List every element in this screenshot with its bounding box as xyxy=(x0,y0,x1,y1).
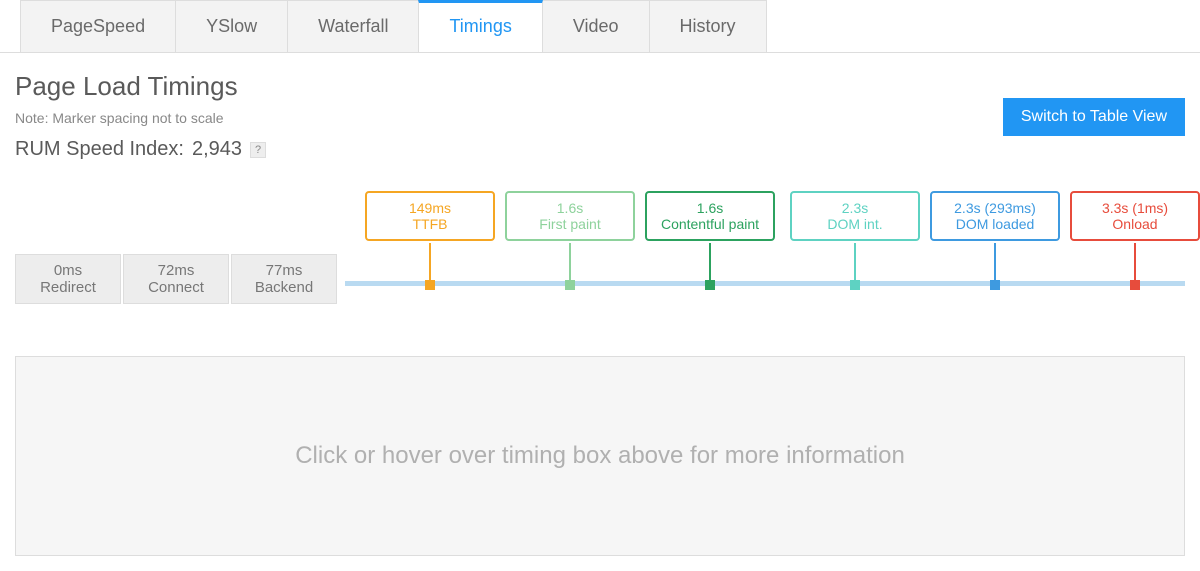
marker-square-icon xyxy=(990,280,1000,290)
pre-timing-redirect[interactable]: 0msRedirect xyxy=(15,254,121,304)
timing-label: Onload xyxy=(1072,216,1198,232)
content: Page Load Timings Note: Marker spacing n… xyxy=(0,53,1200,571)
marker-square-icon xyxy=(850,280,860,290)
timing-ttfb[interactable]: 149msTTFB xyxy=(365,191,495,241)
tab-video[interactable]: Video xyxy=(542,0,650,52)
info-placeholder: Click or hover over timing box above for… xyxy=(15,356,1185,556)
timing-value: 149ms xyxy=(367,200,493,216)
marker-square-icon xyxy=(425,280,435,290)
marker-line xyxy=(994,243,996,283)
timing-first-paint[interactable]: 1.6sFirst paint xyxy=(505,191,635,241)
pre-timing-value: 72ms xyxy=(124,262,228,279)
timing-contentful-paint[interactable]: 1.6sContentful paint xyxy=(645,191,775,241)
marker-line xyxy=(854,243,856,283)
pre-timing-backend[interactable]: 77msBackend xyxy=(231,254,337,304)
help-icon[interactable]: ? xyxy=(250,142,266,158)
timing-value: 2.3s xyxy=(792,200,918,216)
tab-timings[interactable]: Timings xyxy=(418,0,542,52)
pre-timing-value: 0ms xyxy=(16,262,120,279)
timing-value: 1.6s xyxy=(507,200,633,216)
tabs: PageSpeedYSlowWaterfallTimingsVideoHisto… xyxy=(0,0,1200,53)
rum-speed-index: RUM Speed Index: 2,943 ? xyxy=(15,138,266,161)
timeline: 0msRedirect72msConnect77msBackend 149msT… xyxy=(15,191,1185,331)
marker-line xyxy=(1134,243,1136,283)
timing-value: 2.3s (293ms) xyxy=(932,200,1058,216)
timing-value: 3.3s (1ms) xyxy=(1072,200,1198,216)
timing-label: First paint xyxy=(507,216,633,232)
timing-label: TTFB xyxy=(367,216,493,232)
marker-square-icon xyxy=(1130,280,1140,290)
pre-timing-boxes: 0msRedirect72msConnect77msBackend xyxy=(15,254,339,304)
marker-square-icon xyxy=(705,280,715,290)
pre-timing-value: 77ms xyxy=(232,262,336,279)
marker-line xyxy=(709,243,711,283)
timing-onload[interactable]: 3.3s (1ms)Onload xyxy=(1070,191,1200,241)
marker-square-icon xyxy=(565,280,575,290)
tab-yslow[interactable]: YSlow xyxy=(175,0,288,52)
rum-value: 2,943 xyxy=(192,138,242,161)
switch-table-view-button[interactable]: Switch to Table View xyxy=(1003,98,1185,136)
tab-pagespeed[interactable]: PageSpeed xyxy=(20,0,176,52)
timing-dom-int-[interactable]: 2.3sDOM int. xyxy=(790,191,920,241)
timing-label: Contentful paint xyxy=(647,216,773,232)
pre-timing-label: Connect xyxy=(124,279,228,296)
pre-timing-label: Redirect xyxy=(16,279,120,296)
rum-label: RUM Speed Index: xyxy=(15,138,184,161)
timing-dom-loaded[interactable]: 2.3s (293ms)DOM loaded xyxy=(930,191,1060,241)
pre-timing-label: Backend xyxy=(232,279,336,296)
tab-waterfall[interactable]: Waterfall xyxy=(287,0,419,52)
timing-label: DOM loaded xyxy=(932,216,1058,232)
timing-label: DOM int. xyxy=(792,216,918,232)
marker-line xyxy=(569,243,571,283)
timeline-bar xyxy=(345,281,1185,286)
pre-timing-connect[interactable]: 72msConnect xyxy=(123,254,229,304)
timing-value: 1.6s xyxy=(647,200,773,216)
marker-line xyxy=(429,243,431,283)
tab-history[interactable]: History xyxy=(649,0,767,52)
